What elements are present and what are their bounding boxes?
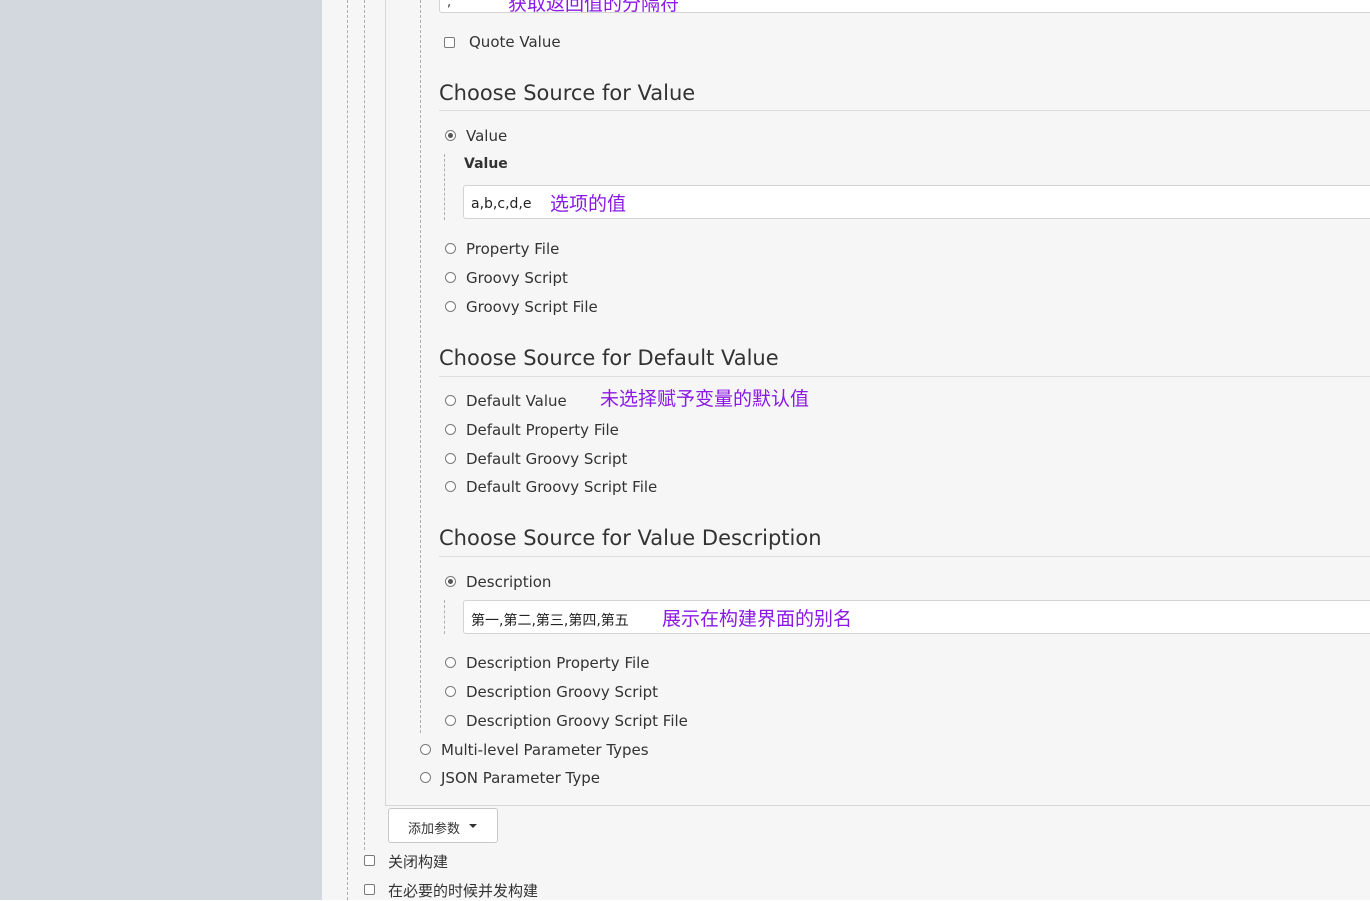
radio-description-groovy-script-file-label: Description Groovy Script File (466, 712, 688, 730)
radio-description-label: Description (466, 573, 552, 591)
radio-groovy-script-label: Groovy Script (466, 269, 568, 287)
description-annotation: 展示在构建界面的别名 (662, 608, 853, 630)
disable-build-label: 关闭构建 (388, 853, 449, 871)
radio-default-value[interactable] (445, 395, 456, 406)
value-input-value: a,b,c,d,e (471, 196, 532, 212)
delimiter-input[interactable]: , 获取返回值的分隔符 (439, 0, 1370, 15)
radio-description-groovy-script-label: Description Groovy Script (466, 683, 659, 701)
radio-property-file-label: Property File (466, 240, 560, 258)
radio-description-groovy-script-file[interactable] (445, 715, 456, 726)
radio-default-groovy-script-file[interactable] (445, 481, 456, 492)
radio-multi-level-parameter-types-label: Multi-level Parameter Types (441, 741, 649, 759)
radio-default-groovy-script-file-label: Default Groovy Script File (466, 478, 658, 496)
default-section-title: Choose Source for Default Value (439, 346, 779, 370)
radio-description-groovy-script[interactable] (445, 686, 456, 697)
radio-value-label: Value (466, 127, 508, 145)
value-field-label: Value (464, 156, 508, 172)
radio-description[interactable] (445, 576, 456, 587)
default-section-divider (439, 376, 1370, 377)
radio-default-value-label: Default Value (466, 392, 567, 410)
radio-multi-level-parameter-types[interactable] (420, 744, 431, 755)
quote-value-label: Quote Value (469, 33, 561, 51)
radio-default-groovy-script[interactable] (445, 453, 456, 464)
radio-json-parameter-type-label: JSON Parameter Type (441, 769, 601, 787)
outer-dashed-guide (347, 0, 348, 900)
inner-dashed-guide (364, 0, 365, 850)
value-annotation: 选项的值 (550, 193, 627, 215)
description-input[interactable]: 第一,第二,第三,第四,第五 展示在构建界面的别名 (463, 600, 1370, 634)
default-annotation: 未选择赋予变量的默认值 (600, 388, 810, 410)
radio-groovy-script-file[interactable] (445, 301, 456, 312)
radio-value[interactable] (445, 130, 456, 141)
description-section-title: Choose Source for Value Description (439, 526, 822, 550)
delimiter-input-value: , (447, 0, 452, 10)
caret-down-icon (469, 824, 477, 828)
value-section-divider (439, 110, 1370, 111)
add-parameter-button[interactable]: 添加参数 (388, 808, 498, 843)
radio-json-parameter-type[interactable] (420, 772, 431, 783)
description-section-divider (439, 556, 1370, 557)
description-input-value: 第一,第二,第三,第四,第五 (471, 613, 629, 629)
quote-value-checkbox[interactable] (444, 37, 455, 48)
disable-build-checkbox[interactable] (364, 855, 375, 866)
value-field-dashed-guide (444, 154, 445, 220)
delimiter-annotation: 获取返回值的分隔符 (508, 0, 680, 15)
concurrent-build-label: 在必要的时候并发构建 (388, 882, 539, 900)
parameter-dashed-guide (420, 0, 421, 733)
value-input[interactable]: a,b,c,d,e 选项的值 (463, 185, 1370, 219)
concurrent-build-checkbox[interactable] (364, 884, 375, 895)
radio-description-property-file-label: Description Property File (466, 654, 650, 672)
radio-groovy-script[interactable] (445, 272, 456, 283)
radio-description-property-file[interactable] (445, 657, 456, 668)
value-section-title: Choose Source for Value (439, 81, 696, 105)
radio-default-property-file[interactable] (445, 424, 456, 435)
radio-groovy-script-file-label: Groovy Script File (466, 298, 598, 316)
radio-property-file[interactable] (445, 243, 456, 254)
left-sidebar-background (0, 0, 322, 900)
radio-default-property-file-label: Default Property File (466, 421, 619, 439)
add-parameter-button-label: 添加参数 (408, 822, 461, 837)
description-field-dashed-guide (444, 600, 445, 634)
radio-default-groovy-script-label: Default Groovy Script (466, 450, 628, 468)
